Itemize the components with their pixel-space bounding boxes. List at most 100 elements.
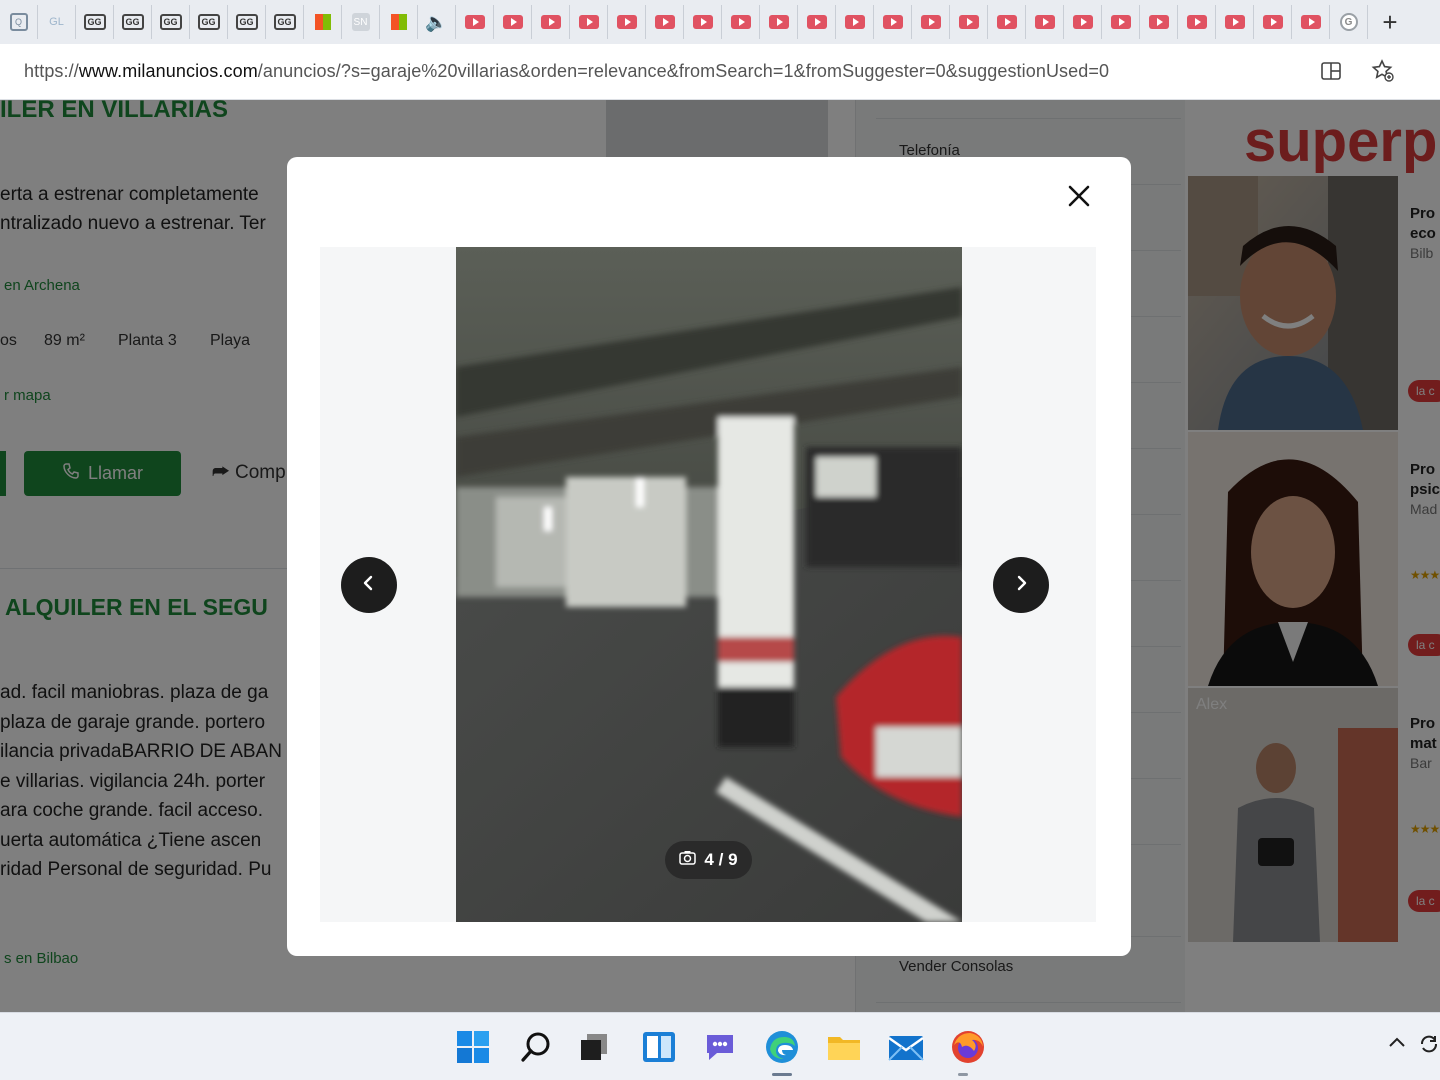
gallery-photo[interactable] — [456, 247, 962, 922]
browser-tab[interactable] — [1178, 5, 1216, 39]
task-view-icon[interactable] — [576, 1029, 612, 1065]
browser-tab[interactable]: SN — [342, 5, 380, 39]
youtube-favicon-icon — [882, 15, 903, 29]
site-favicon-icon: GG — [159, 14, 182, 30]
youtube-favicon-icon — [1072, 15, 1093, 29]
speaker-icon: 🔈 — [425, 11, 448, 32]
youtube-favicon-icon — [996, 15, 1017, 29]
browser-tab[interactable] — [608, 5, 646, 39]
previous-photo-button[interactable] — [341, 557, 397, 613]
chevron-up-icon[interactable] — [1387, 1033, 1407, 1059]
browser-tab[interactable] — [684, 5, 722, 39]
gallery-viewport: 4 / 9 — [320, 247, 1096, 922]
browser-tab[interactable]: Q — [0, 5, 38, 39]
browser-tab[interactable] — [950, 5, 988, 39]
browser-tab[interactable]: GG — [228, 5, 266, 39]
browser-tab[interactable] — [722, 5, 760, 39]
close-icon — [1067, 184, 1091, 213]
browser-tab[interactable] — [760, 5, 798, 39]
running-app-indicator — [958, 1073, 968, 1076]
browser-tab[interactable] — [1140, 5, 1178, 39]
youtube-favicon-icon — [1110, 15, 1131, 29]
youtube-favicon-icon — [1262, 15, 1283, 29]
sync-icon[interactable] — [1418, 1033, 1440, 1061]
site-favicon-icon: GG — [235, 14, 258, 30]
add-favorite-icon[interactable] — [1370, 58, 1396, 84]
youtube-favicon-icon — [1148, 15, 1169, 29]
youtube-favicon-icon — [502, 15, 523, 29]
browser-tab[interactable] — [912, 5, 950, 39]
photo-counter: 4 / 9 — [665, 841, 752, 879]
browser-tab[interactable]: 🔈 — [418, 5, 456, 39]
windows-start-icon[interactable] — [455, 1029, 491, 1065]
browser-tab[interactable]: GG — [152, 5, 190, 39]
browser-tab[interactable]: GG — [190, 5, 228, 39]
youtube-favicon-icon — [616, 15, 637, 29]
edge-browser-icon[interactable] — [764, 1029, 800, 1065]
site-favicon-icon: GG — [273, 14, 296, 30]
next-photo-button[interactable] — [993, 557, 1049, 613]
youtube-favicon-icon — [1224, 15, 1245, 29]
browser-tab[interactable] — [1102, 5, 1140, 39]
site-favicon-icon — [314, 14, 331, 30]
search-icon[interactable] — [518, 1029, 554, 1065]
new-tab-button[interactable]: + — [1368, 5, 1412, 39]
site-favicon-icon: SN — [351, 13, 370, 31]
browser-tab[interactable] — [988, 5, 1026, 39]
browser-tab[interactable] — [874, 5, 912, 39]
browser-tab[interactable]: GL — [38, 5, 76, 39]
browser-tab[interactable] — [380, 5, 418, 39]
youtube-favicon-icon — [654, 15, 675, 29]
camera-icon — [679, 850, 697, 870]
url-domain: www.milanuncios.com — [78, 61, 258, 81]
site-favicon-icon: G — [1339, 13, 1358, 31]
browser-tab[interactable] — [836, 5, 874, 39]
youtube-favicon-icon — [768, 15, 789, 29]
browser-tab[interactable]: GG — [114, 5, 152, 39]
file-explorer-icon[interactable] — [826, 1029, 862, 1065]
site-favicon-icon: GG — [121, 14, 144, 30]
chevron-left-icon — [360, 574, 378, 597]
url-path: /anuncios/?s=garaje%20villarias&orden=re… — [257, 61, 1110, 81]
browser-tab[interactable] — [1254, 5, 1292, 39]
browser-tab[interactable] — [570, 5, 608, 39]
browser-tab[interactable]: GG — [76, 5, 114, 39]
browser-tab[interactable] — [304, 5, 342, 39]
browser-tab[interactable] — [494, 5, 532, 39]
close-button[interactable] — [1061, 180, 1097, 216]
mail-icon[interactable] — [888, 1029, 924, 1065]
firefox-icon[interactable] — [950, 1029, 986, 1065]
browser-tab[interactable] — [646, 5, 684, 39]
widgets-icon[interactable] — [641, 1029, 677, 1065]
youtube-favicon-icon — [1186, 15, 1207, 29]
site-favicon-icon: GL — [49, 16, 64, 28]
browser-tab[interactable] — [1292, 5, 1330, 39]
split-screen-icon[interactable] — [1318, 58, 1344, 84]
browser-tab[interactable] — [456, 5, 494, 39]
browser-tab[interactable]: GG — [266, 5, 304, 39]
site-favicon-icon — [390, 14, 407, 30]
photo-counter-text: 4 / 9 — [704, 850, 738, 869]
browser-tab[interactable] — [1026, 5, 1064, 39]
browser-tab[interactable] — [798, 5, 836, 39]
browser-tab[interactable] — [1064, 5, 1102, 39]
browser-tab-strip: Q GL GG GG GG GG GG GG SN 🔈 G + — [0, 0, 1440, 44]
url-text[interactable]: https://www.milanuncios.com/anuncios/?s=… — [24, 61, 1109, 82]
youtube-favicon-icon — [920, 15, 941, 29]
address-bar[interactable]: https://www.milanuncios.com/anuncios/?s=… — [0, 44, 1440, 100]
browser-tab[interactable] — [532, 5, 570, 39]
youtube-favicon-icon — [958, 15, 979, 29]
chevron-right-icon — [1012, 574, 1030, 597]
browser-tab[interactable] — [1216, 5, 1254, 39]
youtube-favicon-icon — [464, 15, 485, 29]
youtube-favicon-icon — [1034, 15, 1055, 29]
youtube-favicon-icon — [844, 15, 865, 29]
site-favicon-icon: GG — [83, 14, 106, 30]
youtube-favicon-icon — [806, 15, 827, 29]
browser-tab[interactable]: G — [1330, 5, 1368, 39]
photo-gallery-modal: 4 / 9 — [287, 157, 1131, 956]
site-favicon-icon: Q — [9, 13, 28, 31]
youtube-favicon-icon — [692, 15, 713, 29]
chat-icon[interactable] — [702, 1029, 738, 1065]
youtube-favicon-icon — [578, 15, 599, 29]
